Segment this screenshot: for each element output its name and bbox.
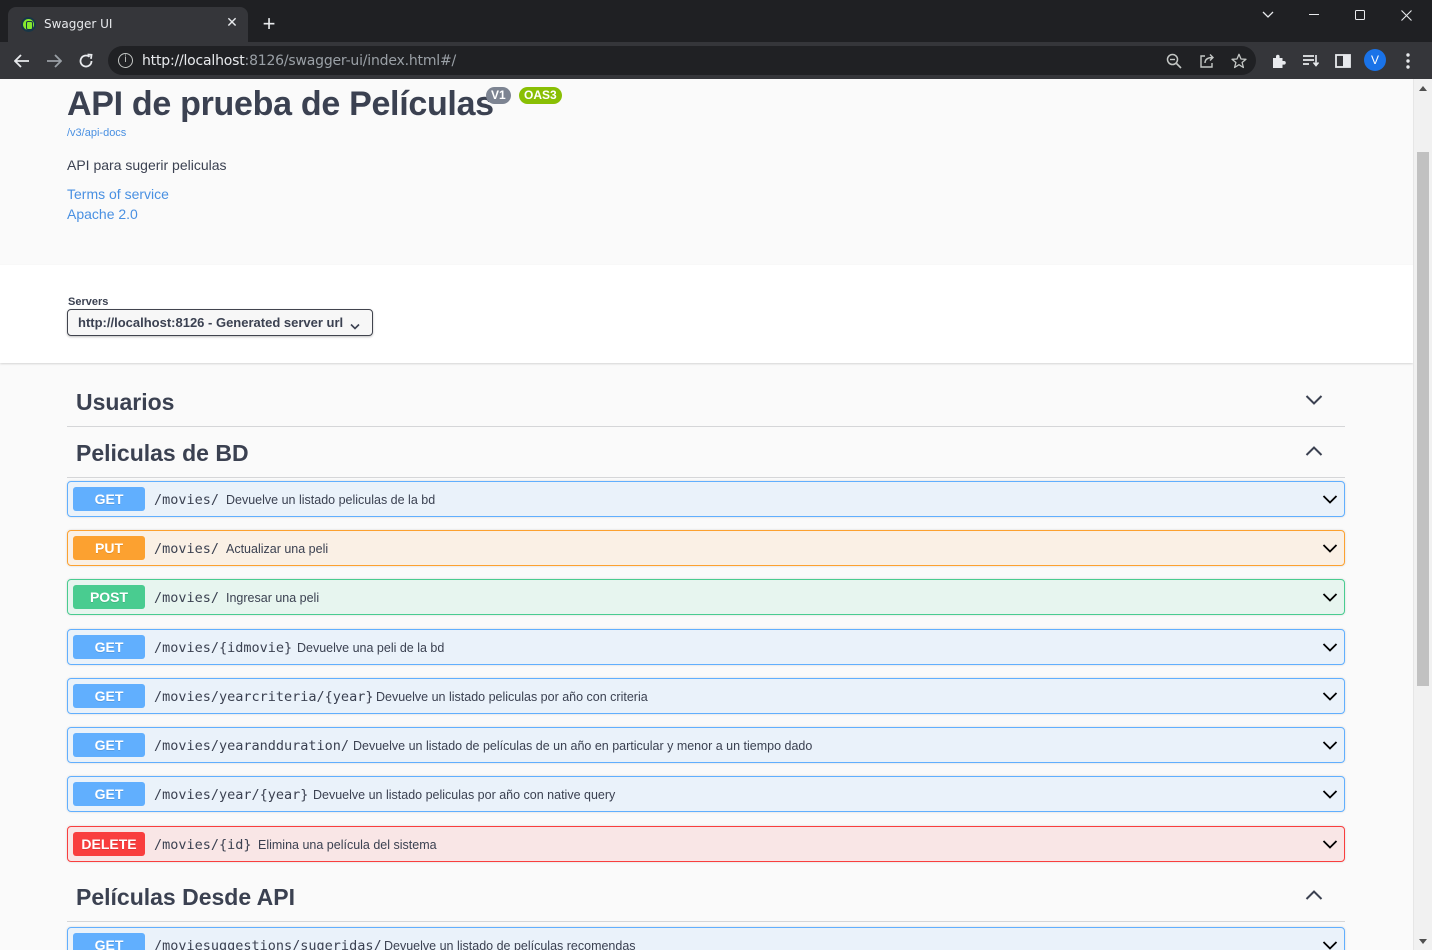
- chevron-down-icon[interactable]: [1322, 640, 1338, 658]
- browser-tab[interactable]: Swagger UI ✕: [8, 7, 248, 42]
- page-scrollbar[interactable]: [1413, 79, 1432, 950]
- chevron-down-icon[interactable]: [1305, 393, 1323, 411]
- reload-icon[interactable]: [75, 50, 97, 72]
- tag-peliculas-de-bd[interactable]: Peliculas de BD: [67, 428, 1345, 478]
- operation-path: /movies/yearcriteria/{year}: [154, 689, 374, 705]
- operation-path: /movies/year/{year}: [154, 787, 309, 803]
- tag-name: Películas Desde API: [76, 884, 296, 910]
- operation-put-movies[interactable]: PUT /movies/ Actualizar una peli: [67, 530, 1345, 566]
- api-info-section: API de prueba de Películas V1 OAS3 /v3/a…: [0, 79, 1413, 265]
- operation-summary: Devuelve un listado peliculas por año co…: [313, 788, 616, 802]
- tab-search-chevron-icon[interactable]: [1245, 0, 1291, 30]
- chevron-up-icon[interactable]: [1305, 444, 1323, 462]
- operation-get-movies-yearandduration[interactable]: GET /movies/yearandduration/ Devuelve un…: [67, 727, 1345, 763]
- servers-section: Servers http://localhost:8126 - Generate…: [0, 265, 1413, 363]
- operation-summary: Devuelve un listado de películas de un a…: [353, 739, 813, 753]
- chevron-up-icon[interactable]: [1305, 888, 1323, 906]
- operation-get-movie-by-id[interactable]: GET /movies/{idmovie} Devuelve una peli …: [67, 629, 1345, 665]
- method-badge: GET: [73, 635, 145, 659]
- site-info-icon[interactable]: i: [118, 53, 133, 68]
- page-viewport: API de prueba de Películas V1 OAS3 /v3/a…: [0, 79, 1413, 950]
- reading-list-icon[interactable]: [1300, 50, 1322, 72]
- api-title: API de prueba de Películas: [67, 85, 494, 123]
- operation-path: /moviesuggestions/sugeridas/: [154, 938, 382, 950]
- chevron-down-icon[interactable]: [1322, 590, 1338, 608]
- operation-get-movies-year[interactable]: GET /movies/year/{year} Devuelve un list…: [67, 776, 1345, 812]
- url-path: :8126/swagger-ui/index.html#/: [244, 53, 457, 69]
- operation-summary: Devuelve un listado peliculas por año co…: [376, 690, 648, 704]
- operation-get-moviesuggestions[interactable]: GET /moviesuggestions/sugeridas/ Devuelv…: [67, 927, 1345, 950]
- bookmark-star-icon[interactable]: [1229, 51, 1249, 71]
- chevron-down-icon[interactable]: [1322, 738, 1338, 756]
- url-host: http://localhost: [142, 53, 245, 69]
- profile-avatar[interactable]: V: [1364, 49, 1386, 71]
- operation-summary: Devuelve un listado peliculas de la bd: [226, 493, 436, 507]
- chevron-down-icon: [350, 317, 360, 335]
- operation-get-movies[interactable]: GET /movies/ Devuelve un listado pelicul…: [67, 481, 1345, 517]
- side-panel-icon[interactable]: [1332, 50, 1354, 72]
- share-icon[interactable]: [1197, 51, 1217, 71]
- tab-title: Swagger UI: [44, 17, 113, 31]
- tag-peliculas-desde-api[interactable]: Películas Desde API: [67, 872, 1345, 922]
- browser-toolbar: i http://localhost:8126/swagger-ui/index…: [0, 42, 1432, 79]
- new-tab-plus-icon[interactable]: +: [258, 13, 280, 35]
- operation-delete-movie[interactable]: DELETE /movies/{id} Elimina una película…: [67, 826, 1345, 862]
- oas-badge: OAS3: [519, 87, 562, 104]
- operation-path: /movies/: [154, 492, 220, 508]
- scrollbar-thumb[interactable]: [1417, 152, 1429, 686]
- close-window-icon[interactable]: [1383, 0, 1429, 30]
- chevron-down-icon[interactable]: [1322, 787, 1338, 805]
- api-docs-link[interactable]: /v3/api-docs: [67, 127, 126, 139]
- method-badge: PUT: [73, 536, 145, 560]
- api-description: API para sugerir peliculas: [67, 157, 227, 173]
- maximize-icon[interactable]: [1337, 0, 1383, 30]
- method-badge: GET: [73, 487, 145, 511]
- scroll-up-arrow-icon[interactable]: [1419, 86, 1427, 91]
- version-badge: V1: [486, 87, 511, 104]
- extensions-puzzle-icon[interactable]: [1268, 50, 1290, 72]
- operation-summary: Devuelve una peli de la bd: [297, 641, 445, 655]
- operation-path: /movies/: [154, 541, 220, 557]
- terms-of-service-link[interactable]: Terms of service: [67, 186, 169, 202]
- tab-close-icon[interactable]: ✕: [224, 14, 240, 30]
- url-text[interactable]: http://localhost:8126/swagger-ui/index.h…: [142, 53, 456, 69]
- chevron-down-icon[interactable]: [1322, 689, 1338, 707]
- chevron-down-icon[interactable]: [1322, 541, 1338, 559]
- operation-path: /movies/yearandduration/: [154, 738, 350, 754]
- chevron-down-icon[interactable]: [1322, 837, 1338, 855]
- tag-name: Usuarios: [76, 389, 175, 415]
- zoom-icon[interactable]: [1164, 51, 1184, 71]
- operation-summary: Devuelve un listado de películas recomen…: [384, 939, 636, 950]
- servers-select-value: http://localhost:8126 - Generated server…: [78, 315, 344, 330]
- kebab-menu-icon[interactable]: [1397, 50, 1419, 72]
- chevron-down-icon[interactable]: [1322, 492, 1338, 510]
- forward-arrow-icon[interactable]: [43, 50, 65, 72]
- operation-summary: Actualizar una peli: [226, 542, 329, 556]
- method-badge: GET: [73, 733, 145, 757]
- method-badge: GET: [73, 684, 145, 708]
- tag-usuarios[interactable]: Usuarios: [67, 377, 1345, 427]
- servers-label: Servers: [68, 296, 109, 308]
- operation-path: /movies/{idmovie}: [154, 640, 293, 656]
- back-arrow-icon[interactable]: [11, 50, 33, 72]
- method-badge: DELETE: [73, 832, 145, 856]
- operation-path: /movies/: [154, 590, 220, 606]
- license-link[interactable]: Apache 2.0: [67, 206, 138, 222]
- chevron-down-icon[interactable]: [1322, 938, 1338, 950]
- minimize-icon[interactable]: [1291, 0, 1337, 30]
- operation-post-movies[interactable]: POST /movies/ Ingresar una peli: [67, 579, 1345, 615]
- operation-summary: Elimina una película del sistema: [258, 838, 437, 852]
- method-badge: GET: [73, 933, 145, 950]
- operation-get-movies-yearcriteria[interactable]: GET /movies/yearcriteria/{year} Devuelve…: [67, 678, 1345, 714]
- servers-select[interactable]: http://localhost:8126 - Generated server…: [67, 309, 373, 336]
- method-badge: GET: [73, 782, 145, 806]
- address-bar[interactable]: i http://localhost:8126/swagger-ui/index…: [108, 46, 1256, 75]
- tag-name: Peliculas de BD: [76, 440, 249, 466]
- method-badge: POST: [73, 585, 145, 609]
- swagger-favicon-icon: [21, 17, 36, 32]
- operation-path: /movies/{id}: [154, 837, 252, 853]
- browser-tabstrip: Swagger UI ✕ +: [0, 0, 1432, 42]
- scroll-down-arrow-icon[interactable]: [1419, 939, 1427, 944]
- operation-summary: Ingresar una peli: [226, 591, 320, 605]
